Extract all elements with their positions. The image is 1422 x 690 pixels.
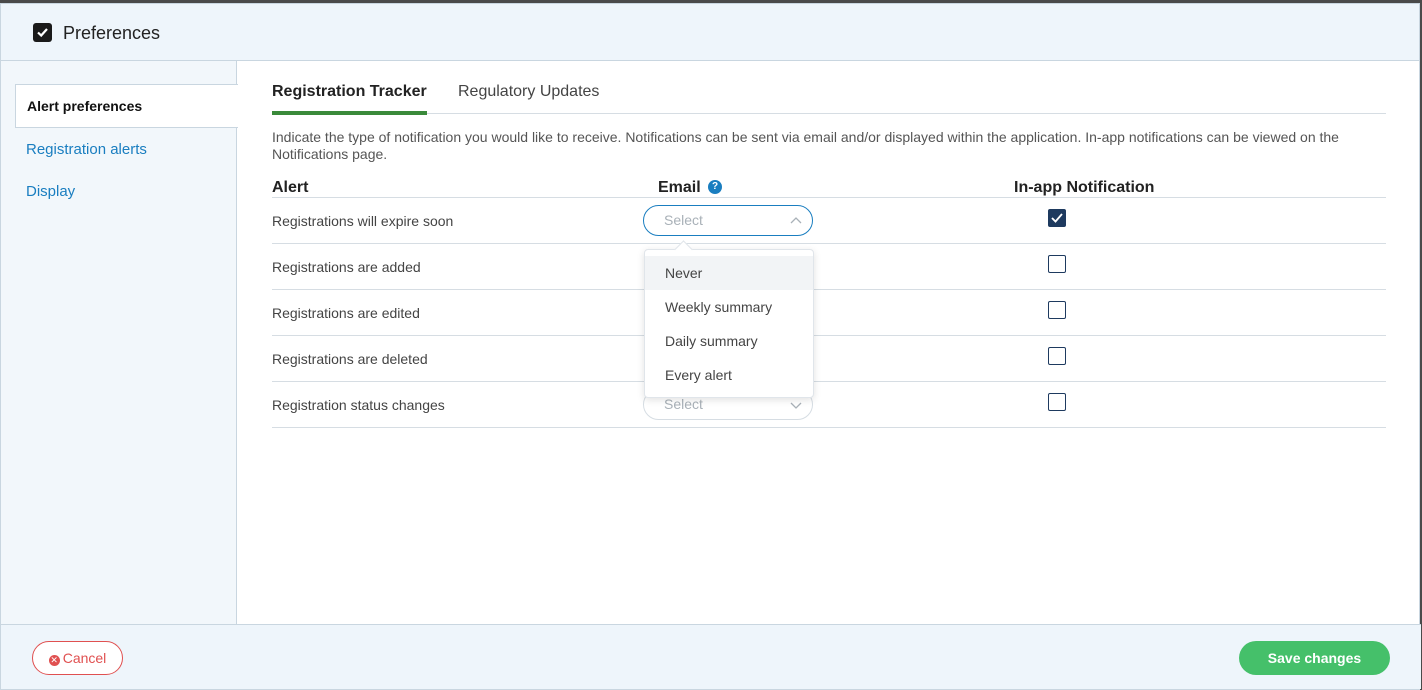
inapp-checkbox[interactable] (1048, 301, 1066, 319)
alerts-table: Alert Email ? In-app Notification Regist… (272, 177, 1386, 428)
table-row: Registrations are deleted (272, 336, 1386, 382)
select-value: Select (664, 212, 703, 228)
sidebar-item-alert-preferences[interactable]: Alert preferences (15, 84, 238, 128)
email-dropdown-menu: Never Weekly summary Daily summary Every… (644, 249, 814, 398)
cancel-button[interactable]: ✕ Cancel (32, 641, 123, 675)
chevron-down-icon (790, 402, 802, 409)
table-row: Registrations are edited (272, 290, 1386, 336)
main-content: Registration Tracker Regulatory Updates … (238, 61, 1421, 626)
email-select[interactable]: Select (643, 205, 813, 236)
table-row: Registration status changes Select (272, 382, 1386, 428)
dropdown-option-every-alert[interactable]: Every alert (645, 358, 813, 392)
alert-label: Registrations are edited (272, 305, 420, 321)
alert-label: Registrations are added (272, 259, 421, 275)
inapp-checkbox[interactable] (1048, 393, 1066, 411)
checkmark-icon (1051, 213, 1063, 223)
table-header: Alert Email ? In-app Notification (272, 177, 1386, 198)
sidebar-item-registration-alerts[interactable]: Registration alerts (15, 128, 237, 172)
dropdown-option-daily-summary[interactable]: Daily summary (645, 324, 813, 358)
dialog-footer: ✕ Cancel Save changes (1, 624, 1421, 689)
chevron-up-icon (790, 217, 802, 224)
tab-bar: Registration Tracker Regulatory Updates (272, 83, 1386, 115)
preferences-dialog: Preferences Alert preferences Registrati… (0, 3, 1421, 690)
sidebar-item-display[interactable]: Display (15, 170, 237, 214)
dropdown-option-weekly-summary[interactable]: Weekly summary (645, 290, 813, 324)
alert-label: Registrations will expire soon (272, 213, 454, 229)
inapp-checkbox[interactable] (1048, 255, 1066, 273)
description-text: Indicate the type of notification you wo… (272, 129, 1339, 162)
tab-regulatory-updates[interactable]: Regulatory Updates (458, 83, 599, 114)
dialog-header: Preferences (1, 4, 1419, 61)
column-header-alert: Alert (272, 179, 309, 196)
table-row: Registrations are added (272, 244, 1386, 290)
help-icon[interactable]: ? (708, 180, 722, 194)
tab-registration-tracker[interactable]: Registration Tracker (272, 83, 427, 115)
cancel-label: Cancel (62, 650, 107, 666)
sidebar: Alert preferences Registration alerts Di… (1, 61, 238, 626)
column-header-inapp: In-app Notification (1014, 179, 1155, 196)
select-value: Select (664, 396, 703, 412)
alert-label: Registration status changes (272, 397, 445, 413)
checkbox-icon (33, 23, 52, 42)
inapp-checkbox[interactable] (1048, 347, 1066, 365)
alert-label: Registrations are deleted (272, 351, 428, 367)
column-header-email: Email (658, 179, 701, 196)
inapp-checkbox[interactable] (1048, 209, 1066, 227)
close-circle-icon: ✕ (48, 655, 60, 666)
table-row: Registrations will expire soon Select (272, 198, 1386, 244)
dialog-title: Preferences (63, 23, 161, 43)
save-changes-button[interactable]: Save changes (1239, 641, 1390, 675)
dropdown-option-never[interactable]: Never (645, 256, 813, 290)
